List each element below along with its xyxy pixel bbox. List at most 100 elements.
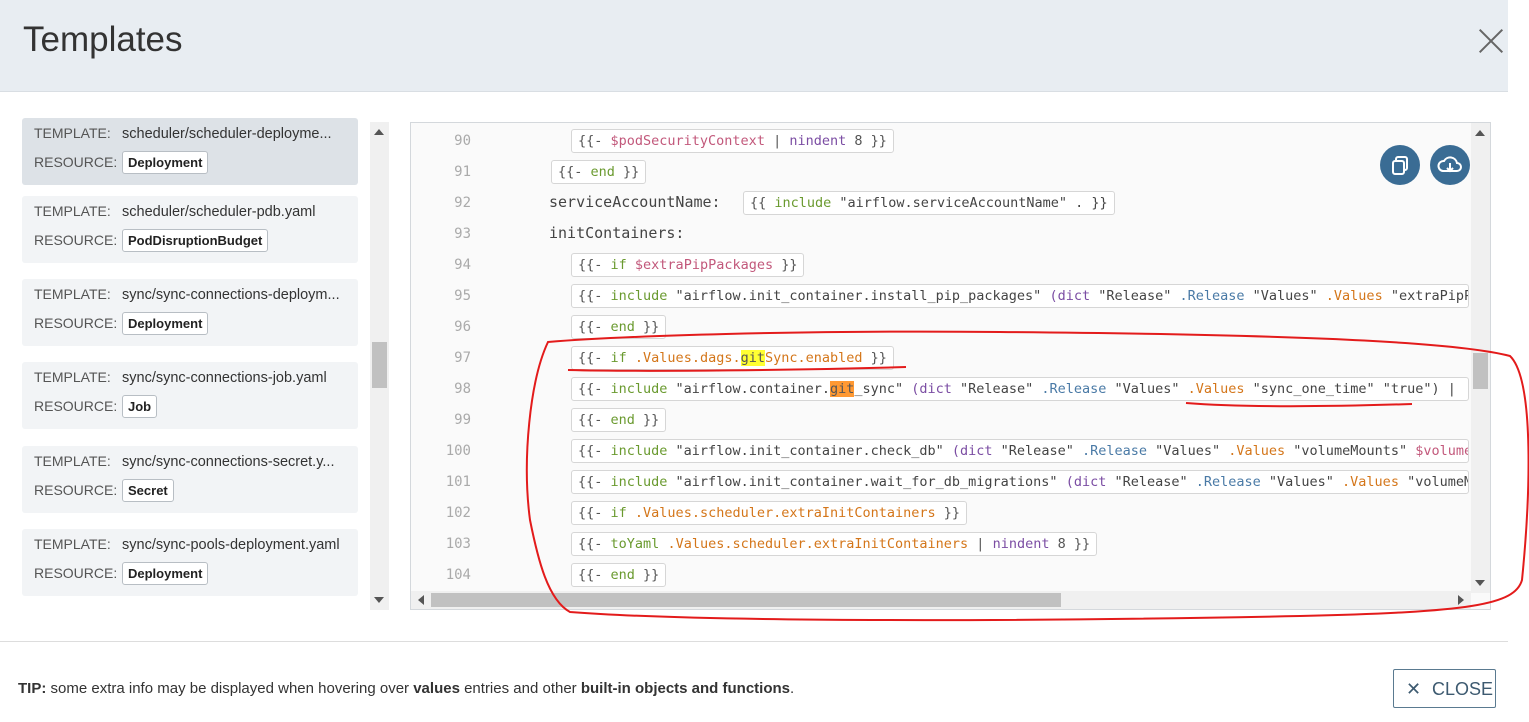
code-token: "volumeM bbox=[1398, 474, 1469, 490]
copy-icon bbox=[1392, 156, 1408, 175]
resource-badge: Deployment bbox=[122, 151, 209, 174]
line-number: 103 bbox=[445, 536, 471, 552]
copy-button[interactable] bbox=[1380, 145, 1420, 185]
editor-horizontal-scrollbar[interactable] bbox=[411, 591, 1471, 609]
code-token: (dict bbox=[1049, 288, 1091, 304]
template-expression: {{- include "airflow.init_container.inst… bbox=[571, 284, 1469, 308]
scroll-up-arrow-icon[interactable] bbox=[1475, 130, 1485, 136]
resource-key-label: RESOURCE: bbox=[34, 232, 118, 248]
code-line: 93 initContainers: bbox=[411, 218, 1471, 249]
modal-header: Templates bbox=[0, 0, 1508, 92]
template-list-item[interactable]: TEMPLATE: scheduler/scheduler-pdb.yaml RES… bbox=[22, 196, 358, 263]
scroll-down-arrow-icon[interactable] bbox=[374, 597, 384, 603]
template-row: TEMPLATE: sync/sync-connections-job.yaml bbox=[34, 369, 327, 386]
code-token: end bbox=[610, 567, 635, 583]
tip-part: entries and other bbox=[459, 680, 581, 697]
template-name: scheduler/scheduler-deployme... bbox=[122, 126, 332, 142]
code-line: 101 {{- include "airflow.init_container.w… bbox=[411, 466, 1471, 497]
code-token: (dict bbox=[911, 381, 952, 397]
template-key-label: TEMPLATE: bbox=[34, 125, 111, 141]
template-list-scrollbar[interactable] bbox=[370, 122, 389, 610]
code-token: {{- bbox=[578, 443, 611, 459]
code-token: }} bbox=[862, 350, 887, 366]
scroll-up-arrow-icon[interactable] bbox=[374, 129, 384, 135]
code-token: {{ bbox=[750, 195, 775, 211]
code-token: .Values.scheduler.extraInitContainers bbox=[634, 505, 936, 521]
code-token: (dict bbox=[951, 443, 993, 459]
template-expression: {{- if .Values.dags.gitSync.enabled }} bbox=[571, 346, 894, 370]
template-row: TEMPLATE: sync/sync-connections-deploym..… bbox=[34, 286, 340, 303]
code-token: {{- bbox=[578, 505, 611, 521]
templates-modal: Templates TEMPLATE: scheduler/scheduler-d… bbox=[0, 0, 1508, 722]
scrollbar-thumb[interactable] bbox=[372, 342, 387, 388]
code-token: | bbox=[968, 536, 993, 552]
code-line: 96 {{- end }} bbox=[411, 311, 1471, 342]
code-token: {{- bbox=[578, 381, 611, 397]
code-token: "Release" bbox=[951, 381, 1042, 397]
template-list-item[interactable]: TEMPLATE: scheduler/scheduler-deployme...… bbox=[22, 118, 358, 185]
code-token: {{- bbox=[578, 536, 611, 552]
template-list-item[interactable]: TEMPLATE: sync/sync-connections-deploym..… bbox=[22, 279, 358, 346]
scroll-left-arrow-icon[interactable] bbox=[418, 595, 424, 605]
code-token: {{- bbox=[578, 474, 611, 490]
code-key: serviceAccountName: bbox=[549, 193, 721, 211]
template-expression: {{- end }} bbox=[571, 315, 667, 339]
scroll-right-arrow-icon[interactable] bbox=[1458, 595, 1464, 605]
resource-row: RESOURCE: Job bbox=[34, 395, 158, 418]
line-number: 92 bbox=[454, 195, 471, 211]
code-token: {{- bbox=[578, 257, 611, 273]
template-list-item[interactable]: TEMPLATE: sync/sync-connections-job.yaml R… bbox=[22, 362, 358, 429]
code-token: "Values" bbox=[1146, 443, 1229, 459]
template-expression: {{- include "airflow.init_container.chec… bbox=[571, 439, 1469, 463]
download-button[interactable] bbox=[1430, 145, 1470, 185]
template-key-label: TEMPLATE: bbox=[34, 536, 111, 552]
code-editor[interactable]: 90 {{- $podSecurityContext | nindent 8 }}… bbox=[410, 122, 1491, 610]
code-token: include bbox=[610, 381, 668, 397]
code-token: "Values" bbox=[1244, 288, 1326, 304]
template-list-item[interactable]: TEMPLATE: sync/sync-pools-deployment.yaml… bbox=[22, 529, 358, 596]
code-token: "Release" bbox=[1090, 288, 1180, 304]
tip-part: some extra info may be displayed when ho… bbox=[46, 680, 414, 697]
close-button[interactable]: ✕ CLOSE bbox=[1393, 669, 1496, 708]
code-token: end bbox=[610, 412, 635, 428]
code-token: {{- bbox=[578, 288, 611, 304]
code-token: {{- bbox=[578, 567, 611, 583]
code-key: initContainers: bbox=[549, 224, 685, 242]
code-token: .Release bbox=[1041, 381, 1107, 397]
code-token: "Values" bbox=[1106, 381, 1188, 397]
code-token: }} bbox=[634, 567, 660, 583]
code-token: git bbox=[740, 350, 765, 366]
code-token: .Values bbox=[1342, 474, 1399, 490]
code-token: {{- bbox=[578, 350, 611, 366]
code-token: $extraPipPackages bbox=[634, 257, 774, 273]
code-line: 103 {{- toYaml .Values.scheduler.extraIni… bbox=[411, 528, 1471, 559]
scroll-down-arrow-icon[interactable] bbox=[1475, 580, 1485, 586]
code-token: 8 }} bbox=[846, 133, 887, 149]
code-token: if bbox=[610, 257, 627, 273]
code-line: 90 {{- $podSecurityContext | nindent 8 }} bbox=[411, 125, 1471, 156]
template-name: sync/sync-connections-secret.y... bbox=[122, 454, 335, 470]
editor-vertical-scrollbar[interactable] bbox=[1471, 123, 1490, 593]
code-token: end bbox=[590, 164, 615, 180]
code-line: 104 {{- end }} bbox=[411, 559, 1471, 590]
modal-footer: TIP: some extra info may be displayed wh… bbox=[0, 641, 1508, 722]
line-number: 100 bbox=[445, 443, 471, 459]
code-line: 102 {{- if .Values.scheduler.extraInitCon… bbox=[411, 497, 1471, 528]
scrollbar-thumb[interactable] bbox=[1473, 353, 1488, 389]
code-token: _sync" bbox=[854, 381, 912, 397]
close-icon[interactable] bbox=[1476, 26, 1506, 56]
code-token: {{- bbox=[578, 319, 611, 335]
scrollbar-thumb[interactable] bbox=[431, 593, 1061, 607]
code-token: $volume bbox=[1415, 443, 1469, 459]
code-token: | bbox=[764, 133, 790, 149]
code-line: 97 {{- if .Values.dags.gitSync.enabled }} bbox=[411, 342, 1471, 373]
code-token: .Values bbox=[1187, 381, 1245, 397]
line-number: 99 bbox=[454, 412, 471, 428]
code-token: {{- bbox=[558, 164, 591, 180]
code-token: }} bbox=[614, 164, 640, 180]
code-token: "airflow.init_container.wait_for_db_migr… bbox=[667, 474, 1066, 490]
template-list-item[interactable]: TEMPLATE: sync/sync-connections-secret.y.… bbox=[22, 446, 358, 513]
template-key-label: TEMPLATE: bbox=[34, 453, 111, 469]
